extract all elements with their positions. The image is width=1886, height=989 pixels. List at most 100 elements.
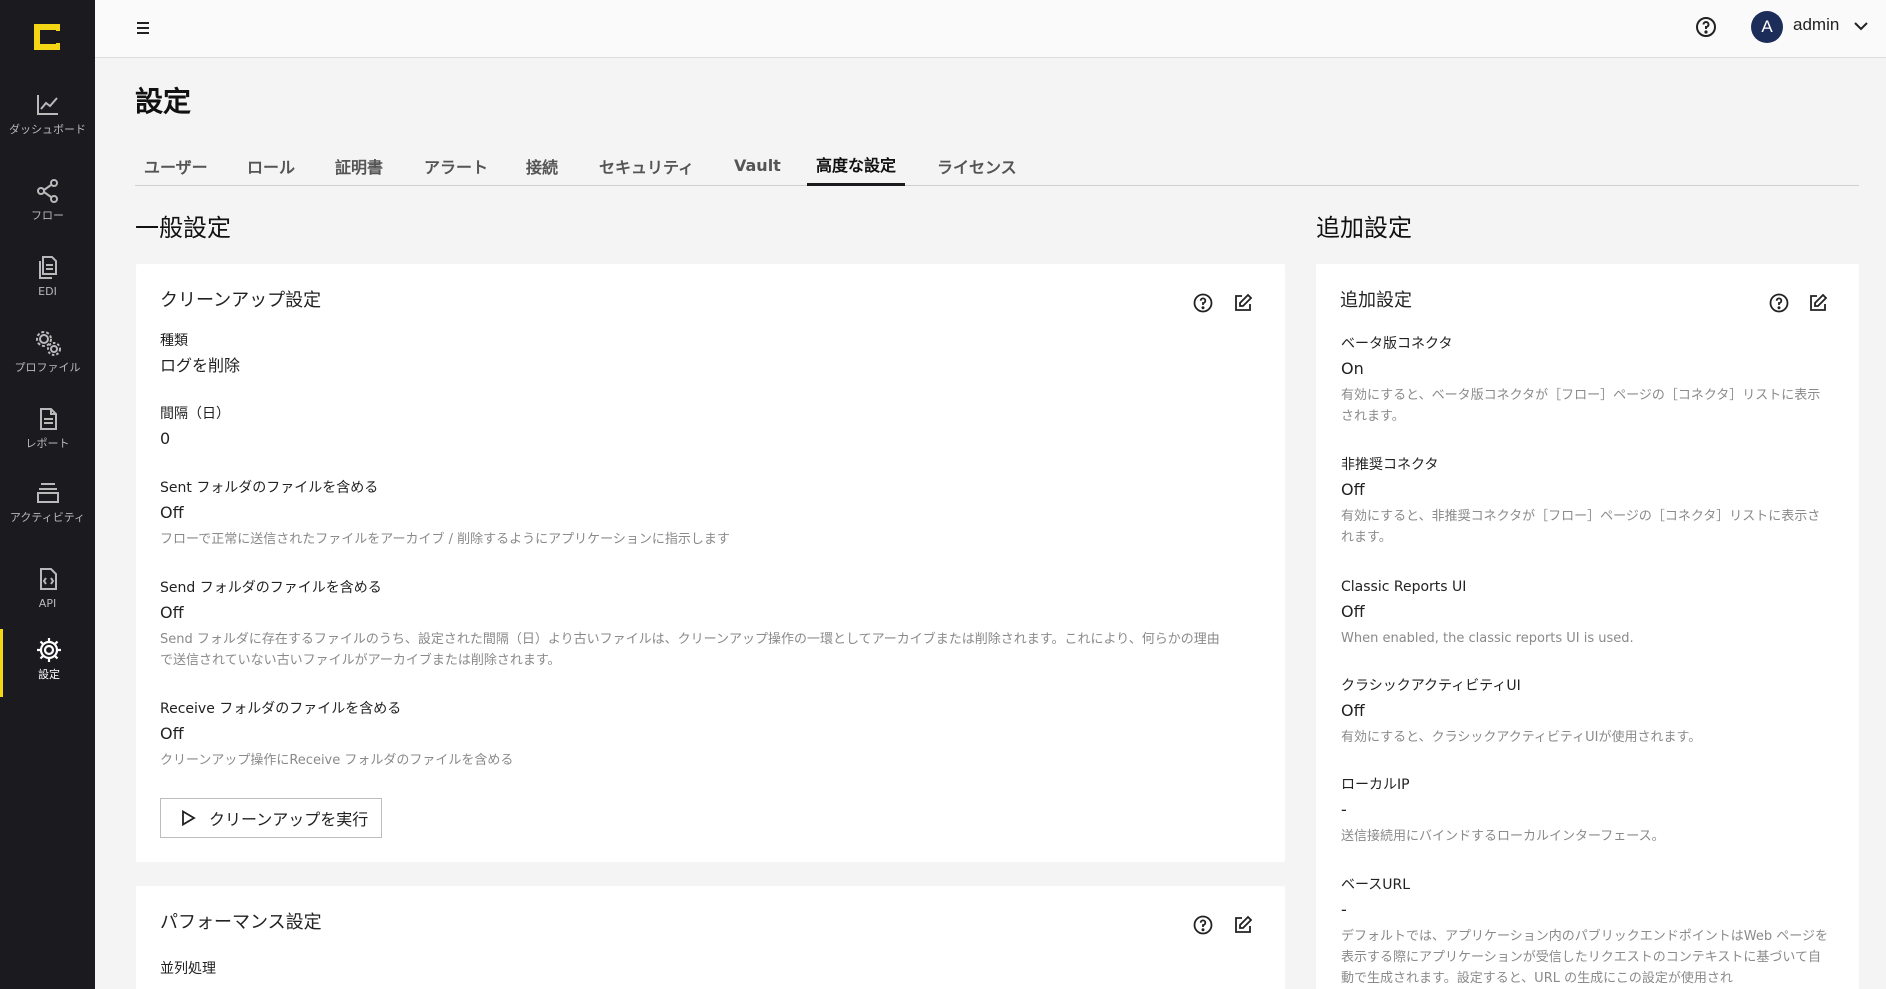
field-include-receive: Receive フォルダのファイルを含める Off クリーンアップ操作にRece… [160, 700, 1230, 771]
card-title: 追加設定 [1340, 290, 1412, 311]
sidebar-item-dashboard[interactable]: ダッシュボード [0, 84, 95, 152]
tab-advanced-settings[interactable]: 高度な設定 [807, 145, 906, 186]
help-icon[interactable] [1192, 914, 1214, 936]
field-value: ログを削除 [160, 356, 241, 375]
tab-security[interactable]: セキュリティ [590, 145, 703, 186]
tab-roles[interactable]: ロール [238, 145, 304, 186]
field-classic-reports-ui: Classic Reports UI Off When enabled, the… [1341, 578, 1831, 649]
field-description: 有効にすると、非推奨コネクタが［フロー］ページの［コネクタ］リストに表示されます… [1341, 509, 1821, 545]
field-base-url: ベースURL - デフォルトでは、アプリケーション内のパブリックエンドポイントは… [1341, 876, 1831, 989]
additional-settings-card: 追加設定 ベータ版コネクタ On 有効にすると、ベータ版コネクタが［フロー］ペー… [1316, 264, 1859, 989]
field-value: 0 [160, 429, 171, 448]
sidebar: ダッシュボード フロー EDI プロファイル レポート アクティビティ API … [0, 0, 95, 989]
field-label: ベータ版コネクタ [1341, 336, 1453, 352]
sidebar-item-activity[interactable]: アクティビティ [0, 472, 95, 540]
run-cleanup-button[interactable]: クリーンアップを実行 [160, 798, 382, 838]
hamburger-menu-icon[interactable] [131, 16, 155, 40]
field-label: ベースURL [1341, 877, 1411, 893]
settings-tabs: ユーザー ロール 証明書 アラート 接続 セキュリティ Vault 高度な設定 … [135, 145, 1859, 186]
avatar[interactable]: A [1751, 11, 1783, 43]
sidebar-item-label: アクティビティ [9, 511, 86, 524]
tab-license[interactable]: ライセンス [928, 145, 1026, 186]
field-interval-days: 間隔（日） 0 [160, 405, 1230, 449]
documents-icon [33, 252, 63, 282]
general-settings-heading: 一般設定 [135, 214, 231, 242]
page-title: 設定 [135, 85, 192, 118]
report-icon [33, 404, 63, 434]
sidebar-item-api[interactable]: API [0, 558, 95, 626]
field-beta-connectors: ベータ版コネクタ On 有効にすると、ベータ版コネクタが［フロー］ページの［コネ… [1341, 335, 1831, 427]
run-cleanup-label: クリーンアップを実行 [209, 810, 369, 829]
sidebar-item-label: プロファイル [14, 361, 81, 374]
help-icon[interactable] [1768, 292, 1790, 314]
play-icon [182, 809, 196, 827]
card-title: クリーンアップ設定 [160, 290, 322, 311]
field-description: クリーンアップ操作にReceive フォルダのファイルを含める [160, 753, 514, 768]
sidebar-item-edi[interactable]: EDI [0, 246, 95, 314]
field-label: 種類 [160, 333, 188, 349]
tab-users[interactable]: ユーザー [135, 145, 217, 186]
edit-icon[interactable] [1232, 292, 1254, 314]
app-logo[interactable] [32, 22, 62, 52]
additional-settings-heading: 追加設定 [1316, 214, 1412, 242]
gears-icon [33, 328, 63, 358]
field-label: 間隔（日） [160, 406, 230, 422]
edit-icon[interactable] [1807, 292, 1829, 314]
field-value: Off [1341, 602, 1365, 621]
field-local-ip: ローカルIP - 送信接続用にバインドするローカルインターフェース。 [1341, 776, 1831, 847]
field-description: 有効にすると、クラシックアクティビティUIが使用されます。 [1341, 730, 1702, 745]
sidebar-item-label: ダッシュボード [9, 123, 86, 136]
cleanup-settings-card: クリーンアップ設定 種類 ログを削除 間隔（日） 0 Sent フォルダのファイ… [136, 264, 1285, 862]
sidebar-item-flow[interactable]: フロー [0, 170, 95, 238]
sidebar-item-label: フロー [31, 209, 64, 222]
field-value: Off [160, 724, 184, 743]
field-label: 並列処理 [160, 961, 216, 977]
field-value: - [1341, 900, 1347, 919]
sidebar-item-label: EDI [38, 285, 57, 298]
sidebar-item-report[interactable]: レポート [0, 398, 95, 466]
tab-certificates[interactable]: 証明書 [326, 145, 392, 186]
field-type: 種類 ログを削除 [160, 332, 1230, 376]
field-description: 有効にすると、ベータ版コネクタが［フロー］ページの［コネクタ］リストに表示されま… [1341, 388, 1821, 424]
field-parallel-processing: 並列処理 [160, 960, 1230, 978]
sidebar-item-label: レポート [25, 437, 70, 450]
field-include-sent: Sent フォルダのファイルを含める Off フローで正常に送信されたファイルを… [160, 479, 1230, 550]
sidebar-item-label: 設定 [38, 668, 60, 681]
help-icon[interactable] [1192, 292, 1214, 314]
field-description: フローで正常に送信されたファイルをアーカイブ / 削除するようにアプリケーション… [160, 532, 730, 547]
field-label: Sent フォルダのファイルを含める [160, 480, 379, 496]
sidebar-item-settings[interactable]: 設定 [0, 629, 95, 697]
field-value: Off [160, 603, 184, 622]
field-value: Off [160, 503, 184, 522]
user-name[interactable]: admin [1793, 15, 1839, 35]
chart-line-icon [33, 90, 63, 120]
edit-icon[interactable] [1232, 914, 1254, 936]
tab-connections[interactable]: 接続 [517, 145, 567, 186]
sidebar-item-profile[interactable]: プロファイル [0, 322, 95, 390]
field-description: When enabled, the classic reports UI is … [1341, 631, 1634, 646]
field-description: 送信接続用にバインドするローカルインターフェース。 [1341, 829, 1665, 844]
sidebar-item-label: API [38, 597, 57, 610]
field-value: - [1341, 800, 1347, 819]
field-label: Classic Reports UI [1341, 579, 1467, 595]
field-deprecated-connectors: 非推奨コネクタ Off 有効にすると、非推奨コネクタが［フロー］ページの［コネク… [1341, 456, 1831, 548]
field-classic-activity-ui: クラシックアクティビティUI Off 有効にすると、クラシックアクティビティUI… [1341, 677, 1831, 748]
performance-settings-card: パフォーマンス設定 並列処理 [136, 886, 1285, 989]
tab-alerts[interactable]: アラート [415, 145, 497, 186]
field-value: On [1341, 359, 1364, 378]
tab-vault[interactable]: Vault [725, 145, 790, 186]
field-description: Send フォルダに存在するファイルのうち、設定された間隔（日）より古いファイル… [160, 632, 1220, 668]
gear-icon [34, 635, 64, 665]
field-label: クラシックアクティビティUI [1341, 678, 1521, 694]
field-label: Receive フォルダのファイルを含める [160, 701, 402, 717]
help-icon[interactable] [1694, 15, 1718, 39]
field-label: Send フォルダのファイルを含める [160, 580, 382, 596]
top-bar: A admin [95, 0, 1886, 58]
layers-icon [33, 478, 63, 508]
share-nodes-icon [33, 176, 63, 206]
chevron-down-icon[interactable] [1852, 17, 1870, 35]
field-label: 非推奨コネクタ [1341, 457, 1439, 473]
field-value: Off [1341, 701, 1365, 720]
field-description: デフォルトでは、アプリケーション内のパブリックエンドポイントはWeb ページを表… [1341, 929, 1828, 986]
field-include-send: Send フォルダのファイルを含める Off Send フォルダに存在するファイ… [160, 579, 1230, 671]
